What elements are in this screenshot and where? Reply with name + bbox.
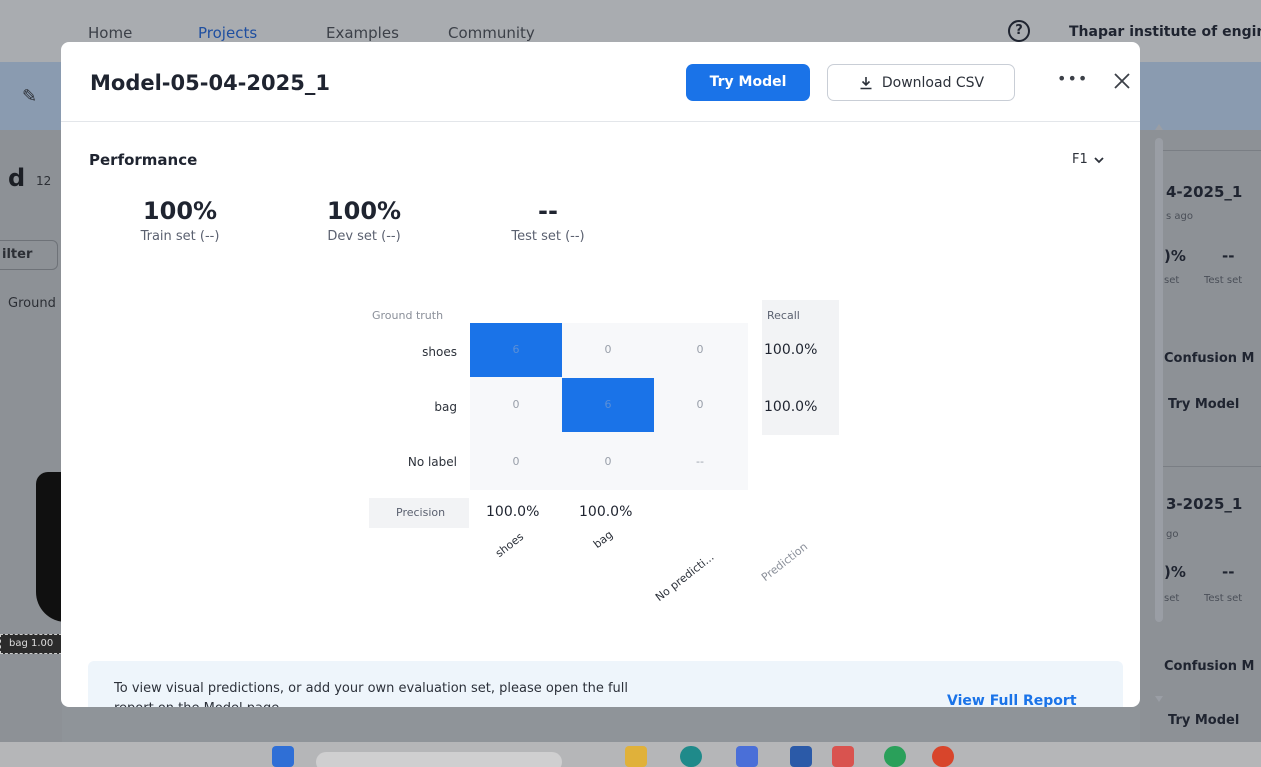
model-card-dash: -- [1222,247,1235,265]
model-card-dash: -- [1222,563,1235,581]
cm-cell-nolabel-shoes[interactable]: 0 [470,435,562,489]
train-set-label: Train set (--) [140,229,220,244]
model-title: Model-05-04-2025_1 [90,71,330,95]
office-icon[interactable] [932,746,954,767]
train-set-metric: 100% Train set (--) [105,197,255,244]
model-details-modal: Model-05-04-2025_1 Try Model Download CS… [61,42,1140,707]
try-model-button[interactable]: Try Model [1168,397,1239,412]
nav-community[interactable]: Community [448,24,535,42]
recall-shoes: 100.0% [764,342,818,358]
ground-truth-fragment: Ground [8,296,56,311]
test-set-value: -- [538,197,558,225]
try-model-button[interactable]: Try Model [1168,713,1239,728]
performance-title: Performance [89,151,198,169]
metric-select[interactable]: F1 [1072,152,1104,167]
brave-icon[interactable] [832,746,854,767]
train-set-value: 100% [142,197,218,225]
metric-select-value: F1 [1072,152,1088,167]
info-banner: To view visual predictions, or add your … [88,661,1123,707]
info-text: To view visual predictions, or add your … [114,681,628,707]
close-icon[interactable] [1111,70,1133,92]
file-explorer-icon[interactable] [625,746,647,767]
scroll-down-arrow-icon[interactable] [1155,696,1163,702]
model-card-title: 4-2025_1 [1166,183,1243,201]
background-left-panel: ✎ d 12 ilter Ground bag 1.00 [0,62,62,742]
view-full-report-link[interactable]: View Full Report [947,693,1077,707]
dev-set-value: 100% [326,197,402,225]
project-count-fragment: 12 [36,174,52,188]
try-model-button[interactable]: Try Model [686,64,810,101]
model-card-test: Test set [1204,275,1243,286]
scroll-thumb[interactable] [1155,138,1163,622]
model-card[interactable]: 3-2025_1 go )% -- set Test set Confusion… [1158,466,1261,742]
precision-label: Precision [396,506,446,519]
model-card-title: 3-2025_1 [1166,495,1243,513]
row-label-shoes: shoes [422,345,457,359]
precision-shoes: 100.0% [486,504,540,520]
row-label-no-label: No label [407,455,457,469]
column-label-shoes: shoes [492,530,527,560]
copilot-icon[interactable] [736,746,758,767]
project-title-fragment: d [8,164,26,192]
store-icon[interactable] [790,746,812,767]
more-options-icon[interactable]: ••• [1057,68,1087,94]
model-card-pct: )% [1164,247,1186,265]
model-card[interactable]: 4-2025_1 s ago )% -- set Test set Confus… [1158,150,1261,450]
cm-cell-bag-none[interactable]: 0 [654,378,746,432]
taskbar [0,742,1261,767]
taskbar-search[interactable] [316,752,562,767]
cm-cell-nolabel-bag[interactable]: 0 [562,435,654,489]
precision-bag: 100.0% [579,504,633,520]
recall-label: Recall [767,309,800,322]
filter-button[interactable]: ilter [0,240,58,270]
row-label-bag: bag [434,400,457,414]
cm-cell-shoes-bag[interactable]: 0 [562,323,654,377]
cm-cell-shoes-shoes[interactable]: 6 [470,323,562,377]
cm-cell-shoes-none[interactable]: 0 [654,323,746,377]
edge-icon[interactable] [680,746,702,767]
modal-scrollbar[interactable] [1154,124,1164,744]
test-set-label: Test set (--) [511,229,585,244]
cm-cell-bag-bag[interactable]: 6 [562,378,654,432]
column-label-bag: bag [590,528,616,551]
modal-header: Model-05-04-2025_1 Try Model Download CS… [61,42,1140,122]
nav-projects[interactable]: Projects [198,24,257,42]
modal-body: Performance F1 100% Train set (--) 100% … [61,123,1140,707]
model-card-pct: )% [1164,563,1186,581]
prediction-axis-label: Prediction [758,540,811,584]
header-stripe [1140,62,1261,130]
download-csv-button[interactable]: Download CSV [827,64,1015,101]
cm-cell-nolabel-none[interactable]: -- [654,435,746,489]
whatsapp-icon[interactable] [884,746,906,767]
nav-examples[interactable]: Examples [326,24,399,42]
scroll-up-arrow-icon[interactable] [1155,124,1163,130]
ground-truth-label: Ground truth [372,309,444,322]
column-label-no-prediction: No predicti... [652,550,717,604]
chevron-down-icon [1094,156,1104,163]
cm-cell-bag-shoes[interactable]: 0 [470,378,562,432]
model-card-set: set [1164,593,1180,604]
model-card-time: s ago [1166,211,1193,222]
bag-prediction-tag: bag 1.00 [0,634,62,654]
model-card-test: Test set [1204,593,1243,604]
confusion-matrix-link[interactable]: Confusion M [1164,351,1254,366]
bag-thumbnail[interactable] [36,472,62,622]
download-icon [860,76,872,89]
recall-bag: 100.0% [764,399,818,415]
model-card-set: set [1164,275,1180,286]
start-icon[interactable] [272,746,294,767]
confusion-matrix-link[interactable]: Confusion M [1164,659,1254,674]
dev-set-label: Dev set (--) [327,229,401,244]
org-name[interactable]: Thapar institute of engine [1069,24,1261,40]
dev-set-metric: 100% Dev set (--) [289,197,439,244]
nav-home[interactable]: Home [88,24,132,42]
pencil-icon[interactable]: ✎ [22,86,37,107]
model-card-time: go [1166,529,1179,540]
test-set-metric: -- Test set (--) [473,197,623,244]
download-csv-label: Download CSV [881,74,985,91]
help-icon[interactable]: ? [1008,20,1030,42]
